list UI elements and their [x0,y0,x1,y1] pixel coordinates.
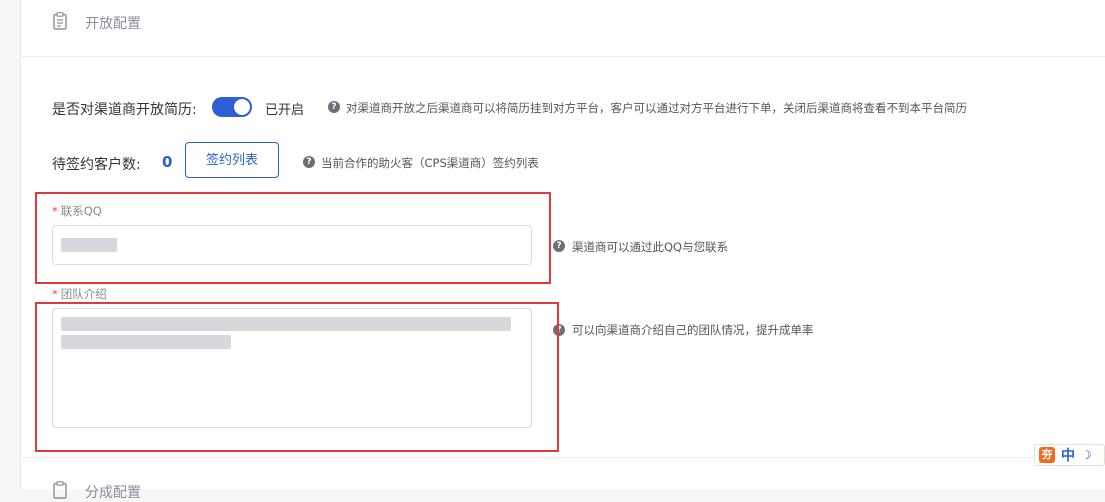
section-title: 开放配置 [85,16,141,32]
ime-mode-toggle[interactable]: 中 [1061,445,1075,465]
section-header: 开放配置 [21,0,1105,57]
pending-clients-count: 0 [162,153,173,171]
open-resume-label: 是否对渠道商开放简历: [52,102,197,118]
next-section-title: 分成配置 [85,485,141,501]
pending-clients-label: 待签约客户数: [52,157,141,173]
open-resume-hint: 对渠道商开放之后渠道商可以将简历挂到对方平台，客户可以通过对方平台进行下单，关闭… [346,101,967,115]
moon-icon[interactable]: ☽ [1081,448,1092,462]
toggle-status-text: 已开启 [265,103,305,118]
team-field-label: * 团队介绍 [52,286,107,302]
ime-toolbar[interactable]: 夯 中 ☽ [1034,444,1105,466]
pending-hint: 当前合作的助火客（CPS渠道商）签约列表 [321,156,539,170]
sign-list-button[interactable]: 签约列表 [185,142,279,178]
team-hint: 可以向渠道商介绍自己的团队情况，提升成单率 [572,323,814,337]
ime-logo-icon: 夯 [1039,447,1055,463]
qq-hint: 渠道商可以通过此QQ与您联系 [572,240,729,254]
clipboard-icon [53,481,67,499]
required-mark: * [52,287,58,301]
config-card: 开放配置 是否对渠道商开放简历: 已开启 ? 对渠道商开放之后渠道商可以将简历挂… [20,0,1105,501]
section-divider [21,457,1105,458]
open-resume-toggle[interactable] [212,97,252,117]
highlight-box-team [35,302,559,452]
clipboard-icon [53,12,67,30]
help-icon: ? [303,156,315,168]
highlight-box-qq [35,192,551,284]
team-label-text: 团队介绍 [60,287,107,301]
help-icon: ? [553,240,565,252]
toggle-knob [234,99,250,115]
help-icon: ? [328,101,340,113]
